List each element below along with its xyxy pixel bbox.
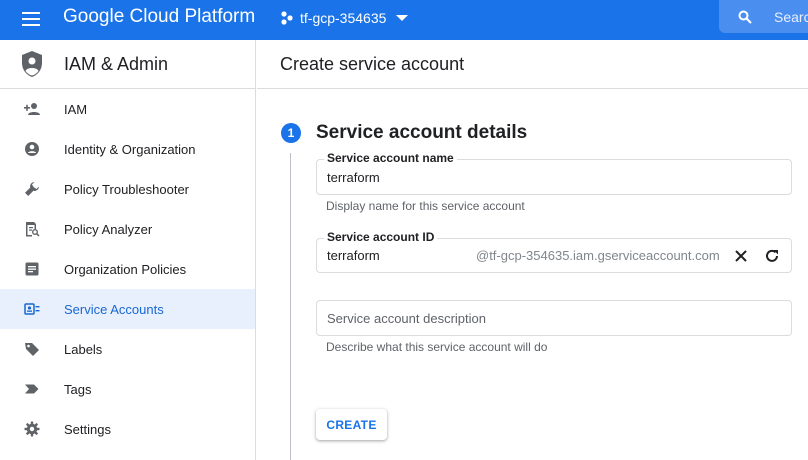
gear-icon (24, 421, 40, 437)
shield-icon (22, 51, 42, 77)
service-account-name-hint: Display name for this service account (326, 199, 525, 213)
sidebar-header: IAM & Admin (0, 40, 255, 89)
person-add-icon (24, 103, 40, 115)
sidebar-item-label: Settings (64, 421, 111, 437)
step-connector-line (290, 153, 291, 460)
search-placeholder: Search (774, 8, 808, 25)
sidebar-item-service-accounts[interactable]: Service Accounts (0, 289, 255, 329)
sidebar-item-policy-troubleshooter[interactable]: Policy Troubleshooter (0, 169, 255, 209)
service-account-description-placeholder: Service account description (327, 311, 486, 326)
create-button[interactable]: CREATE (316, 409, 387, 440)
service-account-description-hint: Describe what this service account will … (326, 340, 548, 354)
sidebar-item-label: Policy Troubleshooter (64, 181, 190, 197)
sidebar-item-label: Labels (64, 341, 103, 357)
clear-icon[interactable] (731, 246, 751, 266)
project-selector[interactable]: tf-gcp-354635 (280, 7, 409, 29)
sidebar-item-label: Policy Analyzer (64, 221, 153, 237)
sidebar-item-settings[interactable]: Settings (0, 409, 255, 449)
hamburger-menu-icon[interactable] (14, 8, 50, 32)
main-header: Create service account (257, 40, 808, 89)
service-account-icon (24, 303, 40, 315)
label-icon (25, 343, 39, 356)
step-number-badge: 1 (281, 123, 301, 143)
sidebar-item-policy-analyzer[interactable]: Policy Analyzer (0, 209, 255, 249)
document-search-icon (26, 222, 40, 237)
sidebar-item-label: IAM (64, 101, 88, 117)
service-account-id-field[interactable]: Service account ID terraform @tf-gcp-354… (316, 230, 792, 273)
sidebar-item-iam[interactable]: IAM (0, 89, 255, 129)
page-title: Create service account (280, 54, 465, 74)
sidebar-item-label: Service Accounts (64, 301, 164, 317)
service-account-name-label: Service account name (324, 151, 457, 165)
sidebar-item-tags[interactable]: Tags (0, 369, 255, 409)
search-icon (738, 10, 752, 24)
app-title[interactable]: Google Cloud Platform (63, 6, 255, 28)
service-account-id-domain-suffix: @tf-gcp-354635.iam.gserviceaccount.com (476, 248, 720, 263)
service-account-description-field[interactable]: Service account description (316, 300, 792, 336)
sidebar-title: IAM & Admin (64, 53, 169, 74)
service-account-id-value: terraform (327, 248, 380, 263)
list-doc-icon (25, 262, 39, 276)
service-account-name-value: terraform (327, 170, 380, 185)
sidebar: IAM & Admin IAM Identity & Organization … (0, 40, 256, 460)
wrench-icon (25, 182, 39, 196)
sidebar-item-label: Identity & Organization (64, 141, 196, 157)
project-name: tf-gcp-354635 (300, 10, 387, 26)
sidebar-item-organization-policies[interactable]: Organization Policies (0, 249, 255, 289)
search-bar[interactable]: Search (719, 0, 808, 33)
service-account-id-label: Service account ID (324, 230, 438, 244)
sidebar-item-label: Tags (64, 381, 92, 397)
sidebar-item-labels[interactable]: Labels (0, 329, 255, 369)
account-circle-icon (25, 142, 39, 156)
top-app-bar: Google Cloud Platform tf-gcp-354635 Sear… (0, 0, 808, 40)
step-title: Service account details (316, 122, 528, 143)
dropdown-arrow-icon (396, 15, 409, 21)
refresh-icon[interactable] (762, 246, 782, 266)
tag-icon (25, 384, 39, 394)
project-hexagon-icon (281, 11, 293, 25)
sidebar-item-identity-organization[interactable]: Identity & Organization (0, 129, 255, 169)
sidebar-item-label: Organization Policies (64, 261, 187, 277)
service-account-name-field[interactable]: Service account name terraform (316, 151, 792, 195)
